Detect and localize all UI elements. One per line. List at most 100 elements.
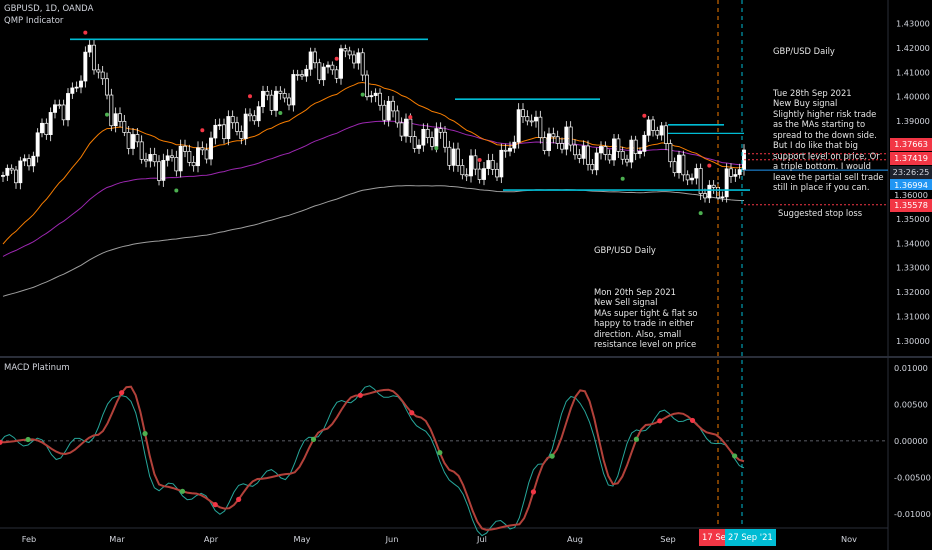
candle-up xyxy=(35,132,40,157)
candle-down xyxy=(473,155,478,170)
price-tick-label: 1.42000 xyxy=(896,43,930,53)
candle-up xyxy=(512,141,517,149)
candle-down xyxy=(378,92,382,106)
candle-down xyxy=(577,154,582,159)
price-tick-label: 1.39000 xyxy=(896,116,930,126)
candle-down xyxy=(525,116,530,122)
candle-down xyxy=(204,149,209,160)
candle-up xyxy=(612,138,616,161)
candle-up xyxy=(31,155,36,167)
indicator-title: QMP Indicator xyxy=(4,16,64,26)
candle-up xyxy=(508,147,512,152)
candle-down xyxy=(438,128,443,133)
candle-down xyxy=(61,104,66,121)
candle-up xyxy=(499,149,504,178)
month-label: Jun xyxy=(385,534,399,544)
candle-down xyxy=(14,169,18,184)
candle-down xyxy=(248,113,252,117)
candle-up xyxy=(209,137,213,160)
candle-down xyxy=(620,151,625,160)
candle-down xyxy=(625,158,629,163)
candle-down xyxy=(139,141,144,160)
candle-up xyxy=(724,168,729,198)
buy-signal-dot xyxy=(698,211,703,216)
candle-down xyxy=(135,134,140,143)
stop-loss-label: Suggested stop loss xyxy=(778,208,863,218)
macd-sell-dot xyxy=(212,502,218,508)
candle-up xyxy=(113,113,118,127)
candle-up xyxy=(690,177,694,181)
price-tick-label: 1.30000 xyxy=(896,336,930,346)
candle-down xyxy=(122,120,127,133)
candle-up xyxy=(646,119,651,136)
candle-up xyxy=(74,86,79,89)
candle-up xyxy=(642,134,647,152)
candle-down xyxy=(347,50,352,56)
price-tick-label: 1.34000 xyxy=(896,238,930,248)
candle-up xyxy=(213,124,218,139)
candle-down xyxy=(542,137,547,151)
candle-down xyxy=(118,113,122,122)
candle-down xyxy=(174,157,179,172)
candle-up xyxy=(594,152,599,171)
sell-signal-dot xyxy=(248,94,252,99)
candle-down xyxy=(252,115,257,122)
macd-tick-label: 0.00500 xyxy=(894,399,928,409)
candle-up xyxy=(339,48,343,79)
candle-down xyxy=(560,143,564,150)
buy-signal-dot xyxy=(360,92,365,97)
candle-up xyxy=(547,133,551,151)
candle-down xyxy=(9,167,14,171)
macd-sell-dot xyxy=(689,417,696,424)
candle-up xyxy=(659,125,664,136)
candle-down xyxy=(183,145,187,152)
month-label: May xyxy=(294,534,311,544)
month-label: Mar xyxy=(109,534,125,544)
candle-down xyxy=(603,146,608,155)
candle-up xyxy=(40,122,44,134)
candle-down xyxy=(191,162,196,167)
symbol-title: GBPUSD, 1D, OANDA xyxy=(4,4,94,14)
candle-down xyxy=(200,147,205,151)
candle-down xyxy=(430,137,434,147)
candle-down xyxy=(616,138,621,152)
candle-down xyxy=(477,168,482,180)
candle-down xyxy=(633,139,638,155)
candle-down xyxy=(144,158,148,162)
candle-up xyxy=(451,148,456,166)
macd-tick-label: -0.01000 xyxy=(894,509,931,519)
candle-up xyxy=(165,155,170,161)
sell-signal-dot xyxy=(408,115,413,120)
price-tick-label: 1.43000 xyxy=(896,18,930,28)
month-label: Feb xyxy=(22,534,37,544)
candle-down xyxy=(490,160,495,170)
candle-down xyxy=(265,90,270,96)
candle-down xyxy=(391,100,395,112)
candle-up xyxy=(261,90,265,108)
sell-signal-dot xyxy=(334,56,339,61)
top-note-title: GBP/USD Daily xyxy=(773,46,835,56)
candle-up xyxy=(326,64,330,68)
candle-up xyxy=(70,87,75,94)
price-tick-label: 1.33000 xyxy=(896,263,930,273)
macd-sell-dot xyxy=(357,392,363,398)
macd-buy-dot xyxy=(142,431,148,437)
candle-down xyxy=(555,136,560,144)
buy-signal-dot xyxy=(278,110,283,115)
candle-down xyxy=(464,174,469,177)
candle-up xyxy=(733,174,738,177)
candle-up xyxy=(196,147,200,167)
month-label: Nov xyxy=(841,534,857,544)
candle-up xyxy=(321,66,326,81)
macd-buy-dot xyxy=(25,436,31,443)
sell-signal-dot xyxy=(707,163,712,168)
price-tick-label: 1.35000 xyxy=(896,214,930,224)
candle-up xyxy=(638,151,642,155)
candle-down xyxy=(230,116,235,124)
candle-down xyxy=(668,143,673,163)
candle-up xyxy=(83,51,88,82)
candle-down xyxy=(27,158,31,167)
candle-up xyxy=(79,80,83,88)
candle-down xyxy=(460,165,465,176)
candle-up xyxy=(48,112,53,135)
